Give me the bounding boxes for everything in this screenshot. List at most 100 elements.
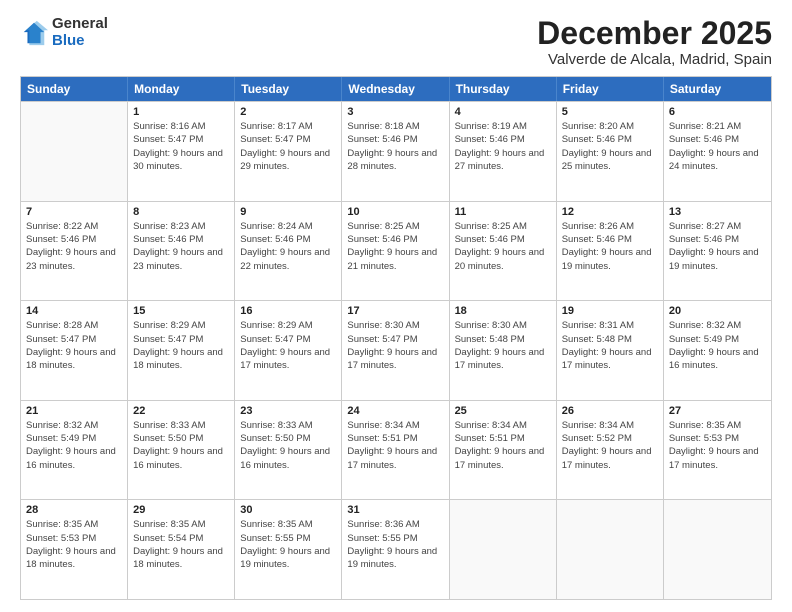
day-number: 14 [26,305,122,317]
calendar: SundayMondayTuesdayWednesdayThursdayFrid… [20,76,772,600]
calendar-cell [557,500,664,599]
day-number: 13 [669,206,766,218]
day-number: 16 [240,305,336,317]
day-info: Sunrise: 8:33 AMSunset: 5:50 PMDaylight:… [240,419,336,472]
day-info: Sunrise: 8:34 AMSunset: 5:51 PMDaylight:… [455,419,551,472]
day-info: Sunrise: 8:27 AMSunset: 5:46 PMDaylight:… [669,220,766,273]
day-number: 9 [240,206,336,218]
calendar-row: 28 Sunrise: 8:35 AMSunset: 5:53 PMDayligh… [21,499,771,599]
day-info: Sunrise: 8:32 AMSunset: 5:49 PMDaylight:… [26,419,122,472]
month-title: December 2025 [537,16,772,51]
day-info: Sunrise: 8:33 AMSunset: 5:50 PMDaylight:… [133,419,229,472]
logo-general-text: General [52,16,108,33]
day-number: 6 [669,106,766,118]
day-info: Sunrise: 8:21 AMSunset: 5:46 PMDaylight:… [669,120,766,173]
calendar-cell: 23 Sunrise: 8:33 AMSunset: 5:50 PMDayligh… [235,401,342,500]
day-info: Sunrise: 8:35 AMSunset: 5:53 PMDaylight:… [669,419,766,472]
calendar-cell: 12 Sunrise: 8:26 AMSunset: 5:46 PMDayligh… [557,202,664,301]
calendar-header-cell: Tuesday [235,77,342,101]
day-info: Sunrise: 8:31 AMSunset: 5:48 PMDaylight:… [562,319,658,372]
day-info: Sunrise: 8:30 AMSunset: 5:47 PMDaylight:… [347,319,443,372]
day-info: Sunrise: 8:22 AMSunset: 5:46 PMDaylight:… [26,220,122,273]
day-number: 29 [133,504,229,516]
day-number: 7 [26,206,122,218]
calendar-cell: 26 Sunrise: 8:34 AMSunset: 5:52 PMDayligh… [557,401,664,500]
day-info: Sunrise: 8:28 AMSunset: 5:47 PMDaylight:… [26,319,122,372]
calendar-cell [21,102,128,201]
day-info: Sunrise: 8:26 AMSunset: 5:46 PMDaylight:… [562,220,658,273]
calendar-cell: 22Sunrise: 8:33 AMSunset: 5:50 PMDayligh… [128,401,235,500]
day-number: 2 [240,106,336,118]
day-number: 21 [26,405,122,417]
calendar-row: 1 Sunrise: 8:16 AMSunset: 5:47 PMDaylight… [21,101,771,201]
calendar-cell [664,500,771,599]
calendar-cell: 17Sunrise: 8:30 AMSunset: 5:47 PMDayligh… [342,301,449,400]
day-info: Sunrise: 8:35 AMSunset: 5:53 PMDaylight:… [26,518,122,571]
calendar-header-cell: Sunday [21,77,128,101]
logo: General Blue [20,16,108,49]
day-number: 8 [133,206,229,218]
day-number: 28 [26,504,122,516]
day-number: 23 [240,405,336,417]
calendar-cell: 5Sunrise: 8:20 AMSunset: 5:46 PMDaylight… [557,102,664,201]
day-info: Sunrise: 8:34 AMSunset: 5:51 PMDaylight:… [347,419,443,472]
day-number: 20 [669,305,766,317]
calendar-cell: 28 Sunrise: 8:35 AMSunset: 5:53 PMDayligh… [21,500,128,599]
day-number: 10 [347,206,443,218]
logo-blue-text: Blue [52,33,108,50]
calendar-cell: 8Sunrise: 8:23 AMSunset: 5:46 PMDaylight… [128,202,235,301]
calendar-cell: 30Sunrise: 8:35 AMSunset: 5:55 PMDayligh… [235,500,342,599]
logo-text: General Blue [52,16,108,49]
location-subtitle: Valverde de Alcala, Madrid, Spain [537,51,772,68]
day-info: Sunrise: 8:18 AMSunset: 5:46 PMDaylight:… [347,120,443,173]
day-info: Sunrise: 8:24 AMSunset: 5:46 PMDaylight:… [240,220,336,273]
day-number: 25 [455,405,551,417]
calendar-cell: 14 Sunrise: 8:28 AMSunset: 5:47 PMDayligh… [21,301,128,400]
calendar-body: 1 Sunrise: 8:16 AMSunset: 5:47 PMDaylight… [21,101,771,599]
day-info: Sunrise: 8:34 AMSunset: 5:52 PMDaylight:… [562,419,658,472]
calendar-row: 7 Sunrise: 8:22 AMSunset: 5:46 PMDaylight… [21,201,771,301]
day-info: Sunrise: 8:29 AMSunset: 5:47 PMDaylight:… [133,319,229,372]
day-info: Sunrise: 8:16 AMSunset: 5:47 PMDaylight:… [133,120,229,173]
calendar-header: SundayMondayTuesdayWednesdayThursdayFrid… [21,77,771,101]
day-info: Sunrise: 8:32 AMSunset: 5:49 PMDaylight:… [669,319,766,372]
day-number: 1 [133,106,229,118]
day-info: Sunrise: 8:20 AMSunset: 5:46 PMDaylight:… [562,120,658,173]
day-number: 24 [347,405,443,417]
calendar-cell: 24 Sunrise: 8:34 AMSunset: 5:51 PMDayligh… [342,401,449,500]
calendar-cell: 1 Sunrise: 8:16 AMSunset: 5:47 PMDaylight… [128,102,235,201]
calendar-row: 14 Sunrise: 8:28 AMSunset: 5:47 PMDayligh… [21,300,771,400]
page: General Blue December 2025 Valverde de A… [0,0,792,612]
calendar-cell: 9 Sunrise: 8:24 AMSunset: 5:46 PMDaylight… [235,202,342,301]
calendar-cell: 3 Sunrise: 8:18 AMSunset: 5:46 PMDaylight… [342,102,449,201]
calendar-cell: 27 Sunrise: 8:35 AMSunset: 5:53 PMDayligh… [664,401,771,500]
calendar-header-cell: Thursday [450,77,557,101]
calendar-row: 21 Sunrise: 8:32 AMSunset: 5:49 PMDayligh… [21,400,771,500]
calendar-cell: 2 Sunrise: 8:17 AMSunset: 5:47 PMDaylight… [235,102,342,201]
day-info: Sunrise: 8:29 AMSunset: 5:47 PMDaylight:… [240,319,336,372]
calendar-cell: 16 Sunrise: 8:29 AMSunset: 5:47 PMDayligh… [235,301,342,400]
header: General Blue December 2025 Valverde de A… [20,16,772,68]
calendar-cell: 20 Sunrise: 8:32 AMSunset: 5:49 PMDayligh… [664,301,771,400]
day-number: 4 [455,106,551,118]
calendar-cell: 25 Sunrise: 8:34 AMSunset: 5:51 PMDayligh… [450,401,557,500]
calendar-cell: 11Sunrise: 8:25 AMSunset: 5:46 PMDayligh… [450,202,557,301]
day-number: 12 [562,206,658,218]
calendar-cell: 13 Sunrise: 8:27 AMSunset: 5:46 PMDayligh… [664,202,771,301]
logo-icon [20,19,48,47]
day-number: 3 [347,106,443,118]
calendar-cell: 31Sunrise: 8:36 AMSunset: 5:55 PMDayligh… [342,500,449,599]
calendar-cell [450,500,557,599]
day-info: Sunrise: 8:17 AMSunset: 5:47 PMDaylight:… [240,120,336,173]
calendar-cell: 7 Sunrise: 8:22 AMSunset: 5:46 PMDaylight… [21,202,128,301]
calendar-cell: 19Sunrise: 8:31 AMSunset: 5:48 PMDayligh… [557,301,664,400]
day-number: 26 [562,405,658,417]
title-section: December 2025 Valverde de Alcala, Madrid… [537,16,772,68]
calendar-cell: 29Sunrise: 8:35 AMSunset: 5:54 PMDayligh… [128,500,235,599]
day-number: 31 [347,504,443,516]
day-info: Sunrise: 8:35 AMSunset: 5:55 PMDaylight:… [240,518,336,571]
calendar-header-cell: Monday [128,77,235,101]
calendar-cell: 15Sunrise: 8:29 AMSunset: 5:47 PMDayligh… [128,301,235,400]
day-number: 27 [669,405,766,417]
calendar-header-cell: Saturday [664,77,771,101]
